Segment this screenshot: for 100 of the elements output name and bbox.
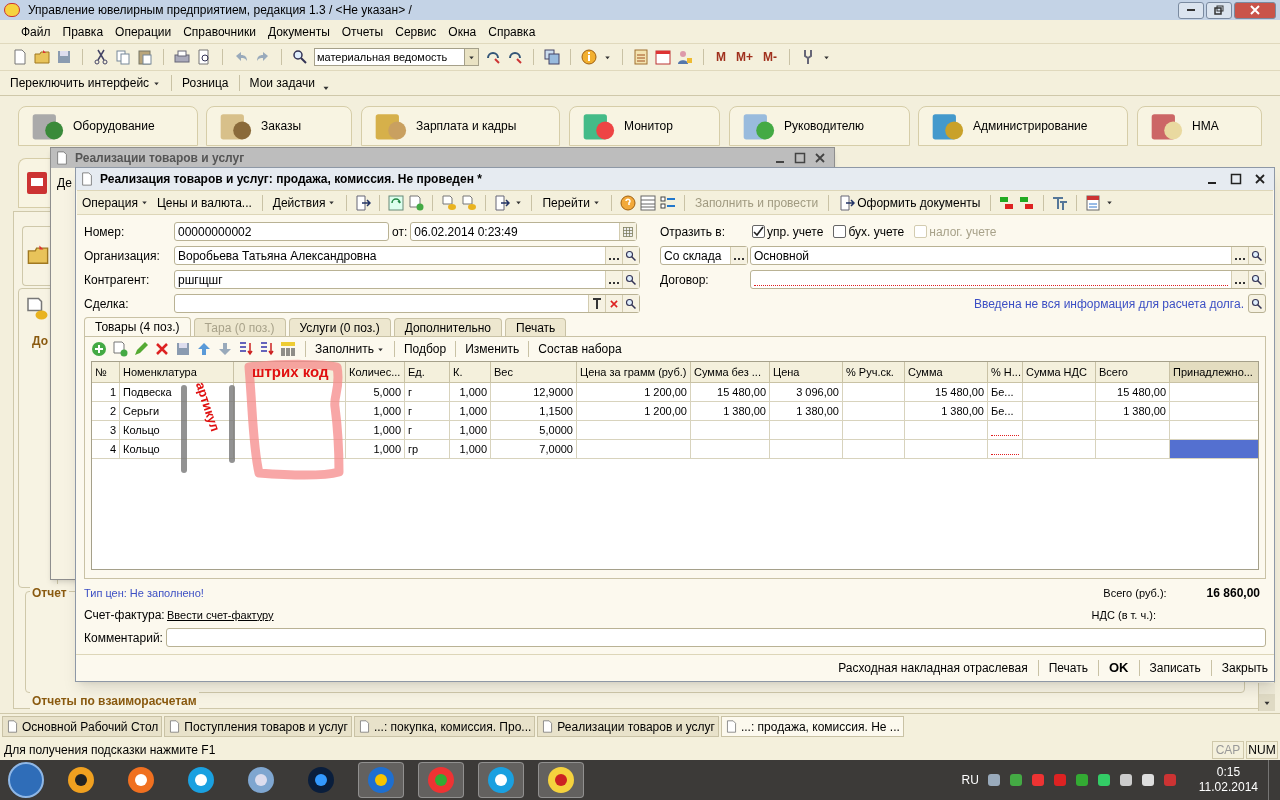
counterparty-field[interactable]: ршгщшг [174,270,640,289]
column-header[interactable]: % Н... [988,362,1023,382]
menu-item[interactable]: Сервис [390,20,442,43]
save-icon[interactable] [56,49,72,65]
save-row-icon[interactable] [175,341,191,357]
panel-button[interactable]: Мои задачи [247,74,317,92]
based-on-icon[interactable] [494,194,511,211]
cut-icon[interactable] [93,49,109,65]
search-icon[interactable] [292,49,308,65]
dropdown-caret-icon[interactable] [514,198,524,207]
form-button[interactable]: OK [1107,658,1131,678]
memory-button[interactable]: M+ [734,48,755,66]
copy-row-icon[interactable] [112,341,128,357]
toolbar-button[interactable]: Цены и валюта... [154,193,254,212]
search-icon[interactable] [1251,249,1263,262]
edit-icon[interactable] [133,341,149,357]
column-header[interactable]: % Руч.ск. [843,362,905,382]
menu-item[interactable]: Документы [262,20,335,43]
search-field[interactable]: материальная ведомость [314,48,479,66]
toolbar-button[interactable]: Изменить [465,340,520,358]
warehouse-type-field[interactable]: Со склада [660,246,748,265]
toolbar-button[interactable]: Де [57,174,72,192]
windows-icon[interactable] [544,49,560,65]
tab[interactable]: Услуги (0 поз.) [288,318,391,336]
calendar-icon[interactable] [655,49,671,65]
xml-icon[interactable] [1085,194,1102,211]
panel-button[interactable]: Переключить интерфейс [8,74,164,92]
section-tab[interactable]: Заказы [206,106,352,146]
start-button[interactable] [8,762,44,798]
table-cell[interactable] [1170,440,1258,458]
window-tab[interactable]: Поступления товаров и услуг [164,716,352,737]
post-document-icon[interactable] [355,194,372,211]
ellipsis-icon[interactable] [1235,281,1245,284]
find-next-icon[interactable] [485,49,501,65]
clock-date[interactable]: 11.02.2014 [1198,780,1258,795]
clear-icon[interactable] [609,298,619,309]
section-tab[interactable] [18,158,50,208]
section-tab[interactable]: Оборудование [18,106,198,146]
menu-item[interactable]: Файл [16,20,56,43]
tray-icon[interactable] [1118,773,1133,787]
menu-item[interactable]: Операции [110,20,177,43]
sort-ascending-icon[interactable] [238,341,254,357]
toolbar-button[interactable]: Действия [270,193,339,212]
move-up-icon[interactable] [196,341,212,357]
memory-button[interactable]: M- [761,48,779,66]
tab[interactable]: Печать [505,318,567,336]
maximize-icon[interactable] [1230,173,1242,185]
tray-icon[interactable] [1096,773,1111,787]
help-icon[interactable] [619,194,636,211]
menu-item[interactable]: Окна [443,20,482,43]
menu-item[interactable]: Справочники [178,20,261,43]
checkbox[interactable]: бух. учете [833,222,905,241]
number-field[interactable]: 00000000002 [174,222,389,241]
close-button[interactable] [1234,1,1276,19]
print-preview-icon[interactable] [196,49,212,65]
find-previous-icon[interactable] [507,49,523,65]
new-document-icon[interactable] [12,49,28,65]
debit-credit-icon[interactable] [1019,194,1036,211]
toolbar-button[interactable]: Оформить документы [837,193,983,212]
tray-icon[interactable] [1140,773,1155,787]
column-header[interactable]: К. [450,362,491,382]
column-header[interactable]: Сумма [905,362,988,382]
paste-icon[interactable] [137,49,153,65]
date-field[interactable]: 06.02.2014 0:23:49 [410,222,638,241]
toolbar-button[interactable]: Подбор [403,340,447,358]
tray-icon[interactable] [1008,773,1023,787]
window-tab[interactable]: ...: покупка, комиссия. Про... [353,716,536,737]
ellipsis-icon[interactable] [609,257,619,260]
language-indicator[interactable]: RU [961,771,979,789]
ellipsis-icon[interactable] [734,257,744,260]
clock-time[interactable]: 0:15 [1216,765,1241,780]
text-format-icon[interactable] [1052,194,1069,211]
menu-item[interactable]: Справка [483,20,541,43]
column-header[interactable]: Принадлежно... [1170,362,1258,382]
comment-field[interactable] [166,628,1266,647]
add-row-icon[interactable] [91,341,107,357]
tray-icon[interactable] [986,773,1001,787]
toolbar-button[interactable]: Состав набора [538,340,622,358]
section-tab[interactable]: Администрирование [918,106,1128,146]
minimize-button[interactable] [1178,1,1204,19]
menu-item[interactable]: Правка [57,20,109,43]
copy-document-icon[interactable] [408,194,425,211]
debt-info-link[interactable]: Введена не вся информация для расчета долга. [973,294,1244,313]
search-button[interactable] [1248,294,1266,313]
column-header[interactable]: Ед. [405,362,450,382]
warehouse-field[interactable]: Основной [750,246,1266,265]
tab[interactable]: Товары (4 поз.) [84,317,191,336]
tray-icon[interactable] [1074,773,1089,787]
column-header[interactable]: Цена за грамм (руб.) [577,362,691,382]
tab[interactable]: Дополнительно [393,318,502,336]
dropdown-caret-icon[interactable] [1105,198,1115,207]
column-header[interactable]: Количес... [346,362,405,382]
column-header[interactable]: Номенклатура [120,362,234,382]
price-type-link[interactable]: Тип цен: Не заполнено! [84,584,204,602]
user-lock-icon[interactable] [677,49,693,65]
column-header[interactable]: Сумма без ... [691,362,770,382]
section-tab[interactable]: Руководителю [729,106,910,146]
form-button[interactable]: Расходная накладная отраслевая [836,659,1030,677]
memory-button[interactable]: M [714,48,728,66]
calendar-icon[interactable] [622,225,635,238]
